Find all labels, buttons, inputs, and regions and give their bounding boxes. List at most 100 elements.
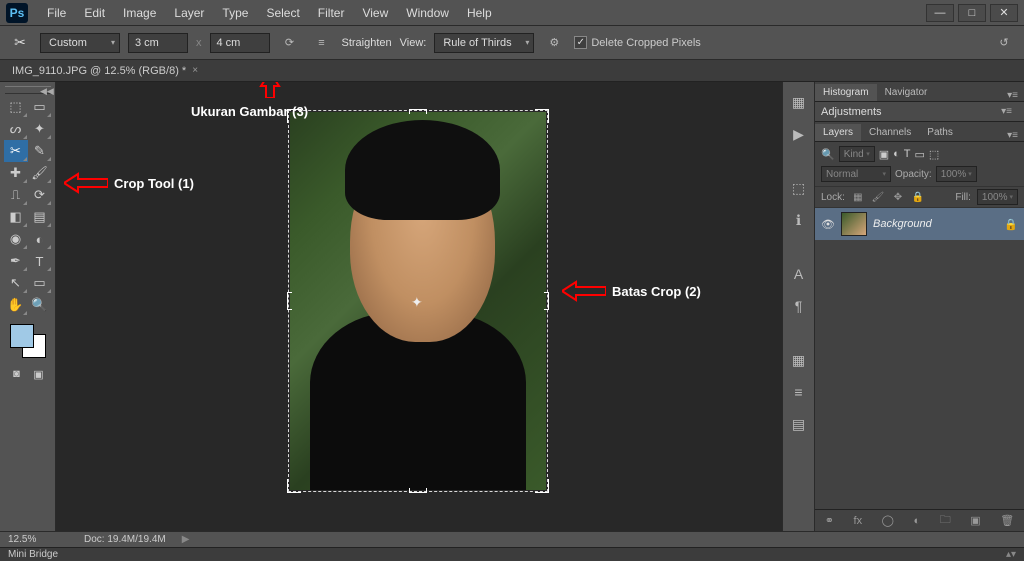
new-layer-icon[interactable]: ▣ xyxy=(970,514,980,527)
menu-view[interactable]: View xyxy=(353,2,397,24)
eyedropper-tool[interactable]: ✎ xyxy=(28,140,52,162)
character-panel-icon[interactable]: A xyxy=(787,262,811,286)
crop-tool-icon[interactable]: ✂ xyxy=(8,31,32,55)
straighten-icon[interactable]: ≡ xyxy=(310,32,334,54)
hand-tool[interactable]: ✋ xyxy=(4,294,28,316)
properties-panel-icon[interactable]: ⬚ xyxy=(787,176,811,200)
crop-preset-dropdown[interactable]: Custom xyxy=(40,33,120,53)
minimize-button[interactable]: — xyxy=(926,4,954,22)
paragraph-panel-icon[interactable]: ¶ xyxy=(787,294,811,318)
filter-pixel-icon[interactable]: ▣ xyxy=(879,148,889,161)
menu-image[interactable]: Image xyxy=(114,2,165,24)
crop-width-field[interactable]: 3 cm xyxy=(128,33,188,53)
crop-view-dropdown[interactable]: Rule of Thirds xyxy=(434,33,534,53)
lock-transparent-icon[interactable]: ▦ xyxy=(851,190,865,204)
lock-all-icon[interactable]: 🔒 xyxy=(911,190,925,204)
crop-height-field[interactable]: 4 cm xyxy=(210,33,270,53)
healing-brush-tool[interactable]: ✚ xyxy=(4,162,28,184)
brushes-panel-icon[interactable]: ▤ xyxy=(787,412,811,436)
tab-layers[interactable]: Layers xyxy=(815,124,861,141)
gear-icon[interactable]: ⚙ xyxy=(542,32,566,54)
lock-position-icon[interactable]: ✥ xyxy=(891,190,905,204)
menu-filter[interactable]: Filter xyxy=(309,2,354,24)
layers-menu-icon[interactable]: ▾≡ xyxy=(1001,130,1024,141)
mini-bridge-bar[interactable]: Mini Bridge ▴▾ xyxy=(0,547,1024,561)
menu-help[interactable]: Help xyxy=(458,2,501,24)
layer-visibility-icon[interactable]: 👁 xyxy=(821,218,835,231)
menu-layer[interactable]: Layer xyxy=(165,2,213,24)
layer-name[interactable]: Background xyxy=(873,218,932,230)
history-panel-icon[interactable]: ▦ xyxy=(787,90,811,114)
canvas[interactable]: ✦ Crop Tool (1) Batas Crop (2) Ukuran Ga… xyxy=(56,82,782,531)
layer-lock-icon[interactable]: 🔒 xyxy=(1004,218,1018,231)
menu-file[interactable]: File xyxy=(38,2,75,24)
layer-thumbnail[interactable] xyxy=(841,212,867,236)
menu-edit[interactable]: Edit xyxy=(75,2,114,24)
crop-tool[interactable]: ✂ xyxy=(4,140,28,162)
filter-type-icon[interactable]: T xyxy=(904,148,911,160)
color-swatches[interactable] xyxy=(8,322,48,360)
adjustments-header[interactable]: Adjustments ▾≡ xyxy=(815,102,1024,122)
shape-tool[interactable]: ▭ xyxy=(28,272,52,294)
filter-smart-icon[interactable]: ⬚ xyxy=(929,148,939,161)
actions-panel-icon[interactable]: ▶ xyxy=(787,122,811,146)
adjustment-layer-icon[interactable]: ◐ xyxy=(914,515,921,527)
layer-group-icon[interactable]: 🗀 xyxy=(940,511,951,530)
menu-select[interactable]: Select xyxy=(257,2,308,24)
fill-field[interactable]: 100% xyxy=(977,189,1018,205)
crop-handle-tm[interactable] xyxy=(409,109,427,114)
zoom-level[interactable]: 12.5% xyxy=(8,534,68,545)
lock-pixels-icon[interactable]: 🖌 xyxy=(871,190,885,204)
maximize-button[interactable]: □ xyxy=(958,4,986,22)
reset-icon[interactable]: ↺ xyxy=(994,33,1014,53)
swatches-panel-icon[interactable]: ▦ xyxy=(787,348,811,372)
crop-handle-bm[interactable] xyxy=(409,488,427,493)
dodge-tool[interactable]: ◐ xyxy=(28,228,52,250)
crop-handle-bl[interactable] xyxy=(287,479,301,493)
marquee-tool[interactable]: ▭ xyxy=(28,96,52,118)
crop-boundary[interactable]: ✦ xyxy=(288,110,548,492)
layer-row-background[interactable]: 👁 Background 🔒 xyxy=(815,208,1024,240)
delete-layer-icon[interactable]: 🗑 xyxy=(1000,514,1014,527)
rotate-icon[interactable]: ⟳ xyxy=(278,32,302,54)
tab-navigator[interactable]: Navigator xyxy=(877,84,936,101)
info-panel-icon[interactable]: ℹ xyxy=(787,208,811,232)
eraser-tool[interactable]: ◧ xyxy=(4,206,28,228)
straighten-label[interactable]: Straighten xyxy=(342,37,392,49)
document-tab-close-icon[interactable]: × xyxy=(192,65,198,76)
crop-handle-br[interactable] xyxy=(535,479,549,493)
blend-mode-dropdown[interactable]: Normal xyxy=(821,166,891,182)
history-brush-tool[interactable]: ⟳ xyxy=(28,184,52,206)
panel-menu-icon[interactable]: ▾≡ xyxy=(1001,90,1024,101)
crop-handle-lm[interactable] xyxy=(287,292,292,310)
close-button[interactable]: ✕ xyxy=(990,4,1018,22)
mini-bridge-chevron-icon[interactable]: ▴▾ xyxy=(1006,549,1016,560)
delete-cropped-checkbox[interactable]: ✓ Delete Cropped Pixels xyxy=(574,36,700,49)
move-tool[interactable]: ⬚ xyxy=(4,96,28,118)
type-tool[interactable]: T xyxy=(28,250,52,272)
layer-fx-icon[interactable]: fx xyxy=(854,515,863,527)
layer-filter-dropdown[interactable]: Kind xyxy=(839,146,875,162)
screenmode-icon[interactable]: ▣ xyxy=(28,364,50,384)
document-tab[interactable]: IMG_9110.JPG @ 12.5% (RGB/8) * × xyxy=(4,63,206,79)
zoom-tool[interactable]: 🔍 xyxy=(28,294,52,316)
gradient-tool[interactable]: ▤ xyxy=(28,206,52,228)
tab-histogram[interactable]: Histogram xyxy=(815,84,877,101)
brush-tool[interactable]: 🖌 xyxy=(28,162,52,184)
adjustments-menu-icon[interactable]: ▾≡ xyxy=(995,106,1018,117)
clone-stamp-tool[interactable]: ⎍ xyxy=(4,184,28,206)
crop-handle-rm[interactable] xyxy=(544,292,549,310)
tab-channels[interactable]: Channels xyxy=(861,124,919,141)
pen-tool[interactable]: ✒ xyxy=(4,250,28,272)
crop-handle-tr[interactable] xyxy=(535,109,549,123)
lasso-tool[interactable]: ᔕ xyxy=(4,118,28,140)
menu-type[interactable]: Type xyxy=(213,2,257,24)
filter-adjust-icon[interactable]: ◐ xyxy=(893,148,900,160)
menu-window[interactable]: Window xyxy=(397,2,458,24)
foreground-color-swatch[interactable] xyxy=(10,324,34,348)
link-layers-icon[interactable]: ⚭ xyxy=(825,514,834,527)
quickmask-icon[interactable]: ◙ xyxy=(6,364,28,384)
opacity-field[interactable]: 100% xyxy=(936,166,977,182)
blur-tool[interactable]: ◉ xyxy=(4,228,28,250)
layer-mask-icon[interactable]: ◯ xyxy=(882,514,894,527)
